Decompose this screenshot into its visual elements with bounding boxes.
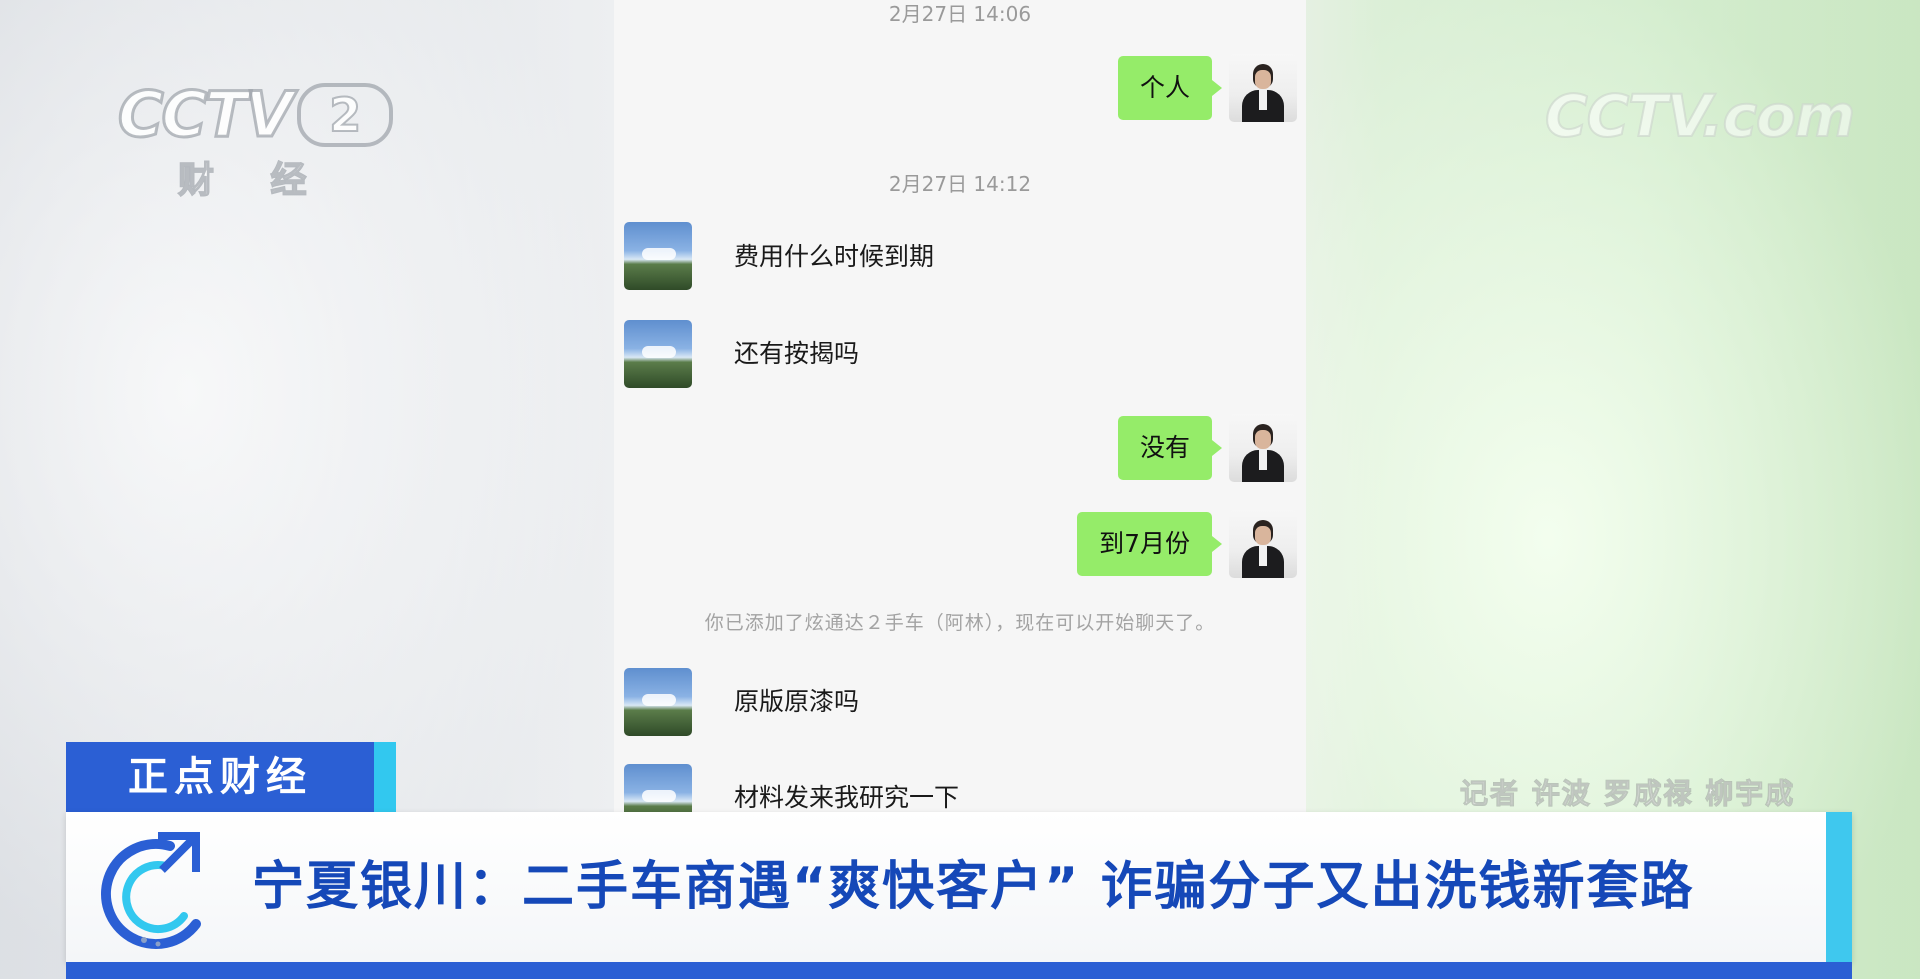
received-message[interactable]: 还有按揭吗 (734, 337, 859, 371)
system-notice: 你已添加了炫通达２手车（阿林），现在可以开始聊天了。 (704, 612, 1216, 634)
chat-timestamp: 2月27日 14:06 (888, 2, 1032, 26)
news-headline: 宁夏银川：二手车商遇“爽快客户” 诈骗分子又出洗钱新套路 (252, 857, 1695, 917)
sent-message[interactable]: 到7月份 (1077, 512, 1222, 576)
lower-third-base (66, 962, 1852, 979)
channel-logo: CCTV 2 财 经 (116, 77, 394, 203)
channel-logo-text: CCTV (116, 77, 294, 153)
user-avatar[interactable] (1229, 54, 1297, 122)
contact-avatar[interactable] (624, 222, 692, 290)
watermark: CCTV.com (1544, 81, 1856, 151)
lower-third-accent (1826, 812, 1852, 962)
sent-message[interactable]: 个人 (1117, 56, 1223, 120)
reporter-credits: 记者 许波 罗成禄 柳宇成 (1459, 777, 1796, 811)
program-tag-accent (374, 742, 396, 812)
program-tag: 正点财经 (66, 742, 374, 812)
sent-message[interactable]: 没有 (1117, 416, 1223, 480)
channel-number: 2 (297, 82, 394, 147)
user-avatar[interactable] (1229, 510, 1297, 578)
contact-avatar[interactable] (624, 764, 692, 812)
received-message[interactable]: 原版原漆吗 (734, 685, 859, 719)
contact-avatar[interactable] (624, 320, 692, 388)
received-message[interactable]: 费用什么时候到期 (734, 240, 934, 274)
received-message[interactable]: 材料发来我研究一下 (734, 781, 959, 812)
chat-timestamp: 2月27日 14:12 (888, 172, 1032, 196)
chat-panel[interactable]: 2月27日 14:06 个人 2月27日 14:12 费用什么时候到期 还有按揭… (614, 0, 1306, 812)
user-avatar[interactable] (1229, 414, 1297, 482)
channel-name: 财 经 (177, 159, 329, 202)
program-emblem-icon (101, 832, 201, 949)
contact-avatar[interactable] (624, 668, 692, 736)
